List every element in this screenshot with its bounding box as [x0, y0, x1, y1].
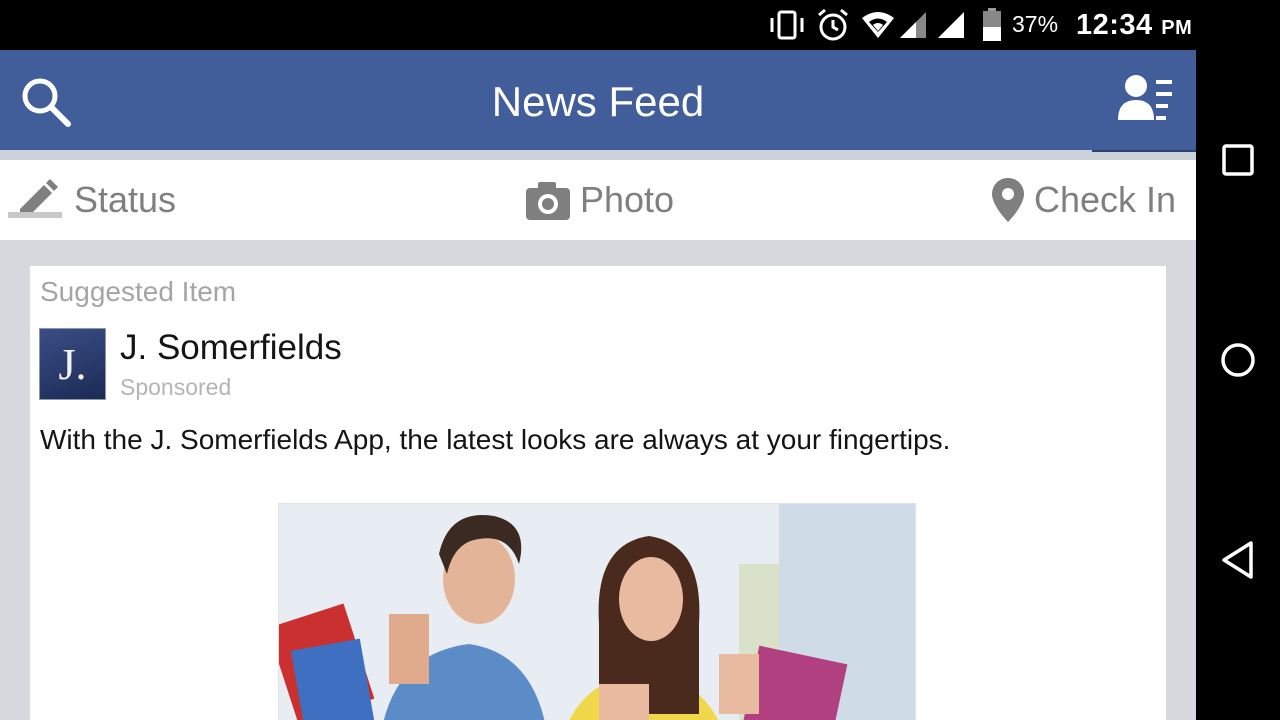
recents-button[interactable]	[1218, 140, 1258, 180]
back-button[interactable]	[1218, 540, 1258, 580]
shopping-couple-photo	[279, 504, 915, 720]
battery-percent: 37%	[1012, 11, 1059, 37]
title-bar: News Feed	[0, 50, 1196, 150]
signal-icon	[900, 12, 926, 38]
checkin-label: Check In	[1034, 179, 1177, 220]
home-button[interactable]	[1218, 340, 1258, 380]
suggested-label: Suggested Item	[40, 276, 237, 307]
battery-icon	[983, 8, 1001, 41]
square-icon	[1222, 144, 1254, 176]
photo-button[interactable]: Photo	[524, 160, 674, 240]
page-title: News Feed	[491, 78, 705, 125]
clock-ampm: PM	[1161, 17, 1193, 39]
page-name[interactable]: J. Somerfields	[120, 328, 342, 368]
wifi-icon	[862, 12, 894, 38]
post-body: With the J. Somerfields App, the latest …	[40, 424, 951, 455]
status-button[interactable]: Status	[14, 160, 176, 240]
vibrate-icon	[770, 10, 804, 40]
alarm-icon	[818, 8, 848, 41]
system-nav-bar	[1196, 0, 1280, 720]
header-divider	[0, 150, 1196, 160]
friend-requests-icon	[1118, 75, 1172, 120]
clock-time: 12:34	[1076, 9, 1153, 41]
facebook-app: News Feed Status Photo Check In Suggeste…	[0, 50, 1196, 720]
sponsored-label: Sponsored	[120, 374, 232, 400]
status-underline	[8, 212, 62, 218]
sponsored-post: Suggested Item J. J. Somerfields Sponsor…	[30, 266, 1166, 720]
status-bar: 37% 12:34 PM	[0, 0, 1196, 50]
page-avatar[interactable]: J.	[39, 328, 106, 400]
status-label: Status	[74, 179, 177, 220]
friend-requests-button[interactable]	[1116, 72, 1174, 128]
ad-image[interactable]	[278, 503, 916, 720]
camera-icon	[526, 182, 570, 220]
composer-bar: Status Photo Check In	[0, 160, 1196, 240]
clock: 12:34 PM	[1076, 9, 1192, 42]
location-pin-icon	[992, 178, 1024, 222]
back-triangle-icon	[1222, 541, 1253, 579]
circle-icon	[1221, 343, 1255, 377]
photo-label: Photo	[580, 179, 675, 220]
checkin-button[interactable]: Check In	[990, 160, 1176, 240]
signal-icon	[938, 12, 964, 38]
